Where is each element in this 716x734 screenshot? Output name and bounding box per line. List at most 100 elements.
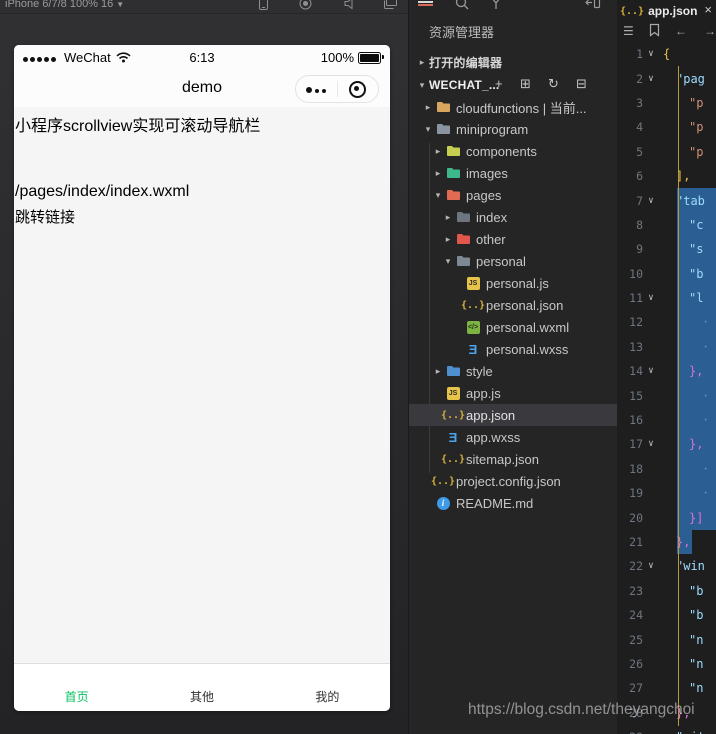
refresh-icon[interactable]: ↻ (548, 76, 559, 92)
exit-button[interactable] (338, 76, 379, 102)
code-line-1[interactable]: 1 ∨ { (617, 42, 716, 66)
chevron-down-icon[interactable]: ▾ (441, 256, 455, 267)
code-area[interactable]: 1 ∨{2 ∨ "pag 3 "p 4 "p 5 "p 6], 7 ∨ "tab 8 "c 9 "s 10 "b 11 ∨… (617, 42, 716, 734)
tree-item-personal.wxss[interactable]: Ǝpersonal.wxss (409, 338, 617, 360)
new-folder-icon[interactable]: ⊞ (520, 76, 531, 92)
workspace-section[interactable]: ▾ WECHAT_... + ⊞ ↻ ⊟ (409, 74, 617, 96)
code-line-16[interactable]: 16 · · · (617, 407, 716, 433)
code-line-12[interactable]: 12 · · · (617, 310, 716, 336)
code-line-13[interactable]: 13 · · · (617, 334, 716, 360)
tree-item-images[interactable]: ▸ images (409, 162, 617, 184)
code-line-4[interactable]: 4 "p (617, 115, 716, 139)
fold-chevron-icon[interactable]: ∨ (643, 196, 659, 206)
tree-item-miniprogram[interactable]: ▾ miniprogram (409, 118, 617, 140)
code-line-19[interactable]: 19 · · · (617, 481, 716, 506)
tools-icon[interactable] (489, 0, 503, 10)
chevron-down-icon[interactable]: ▾ (421, 124, 435, 135)
tree-item-personal.js[interactable]: JS personal.js (409, 272, 617, 294)
dock-icon[interactable] (585, 0, 601, 9)
tabbar-item-3[interactable]: 我的 (265, 664, 390, 711)
code-line-20[interactable]: 20}] (617, 505, 716, 531)
fold-chevron-icon[interactable]: ∨ (643, 74, 659, 84)
tabbar-item-1[interactable]: 首页 (14, 664, 139, 711)
fold-chevron-icon[interactable]: ∨ (643, 293, 659, 303)
code-line-6[interactable]: 6], (617, 164, 716, 188)
open-editors-section[interactable]: ▸ 打开的编辑器 (409, 51, 617, 73)
tree-item-app.js[interactable]: JS app.js (409, 382, 617, 404)
device-icon[interactable] (258, 0, 269, 13)
line-number: 2 (636, 71, 643, 86)
code-line-17[interactable]: 17 ∨}, (617, 432, 716, 458)
code-line-8[interactable]: 8 "c (617, 212, 716, 238)
code-line-3[interactable]: 3 "p (617, 91, 716, 115)
fold-chevron-icon[interactable]: ∨ (643, 561, 659, 571)
chevron-right-icon[interactable]: ▸ (421, 102, 435, 113)
new-file-icon[interactable]: + (495, 76, 503, 92)
code-line-23[interactable]: 23 "b (617, 579, 716, 603)
tree-item-label: miniprogram (456, 121, 529, 137)
code-line-5[interactable]: 5 "p (617, 140, 716, 164)
fold-chevron-icon[interactable]: ∨ (643, 439, 659, 449)
tabbar-item-2[interactable]: 其他 (139, 664, 264, 711)
line-number: 24 (629, 608, 643, 623)
forward-icon[interactable]: → (704, 24, 716, 38)
more-button[interactable] (296, 76, 337, 102)
chevron-right-icon[interactable]: ▸ (431, 168, 445, 179)
tree-item-other[interactable]: ▸ other (409, 228, 617, 250)
chevron-right-icon[interactable]: ▸ (441, 212, 455, 223)
close-icon[interactable]: × (704, 2, 712, 17)
code-line-22[interactable]: 22 ∨ "win (617, 554, 716, 578)
tree-item-cloudfunctions-...[interactable]: ▸ cloudfunctions | 当前... (409, 96, 617, 118)
record-icon[interactable] (299, 0, 312, 13)
wifi-icon (116, 52, 131, 63)
collapse-all-icon[interactable]: ⊟ (576, 76, 587, 92)
chevron-right-icon[interactable]: ▸ (431, 366, 445, 377)
file-list-icon[interactable] (418, 0, 433, 9)
code-line-26[interactable]: 26 "n (617, 652, 716, 676)
code-line-18[interactable]: 18 · · · (617, 456, 716, 482)
tree-item-readme.md[interactable]: i README.md (409, 492, 617, 514)
code-line-7[interactable]: 7 ∨ "tab (617, 188, 716, 214)
mute-icon[interactable] (343, 0, 356, 13)
fold-chevron-icon[interactable]: ∨ (643, 49, 659, 59)
tree-item-project.config.json[interactable]: {..} project.config.json (409, 470, 617, 492)
code-line-27[interactable]: 27 "n (617, 676, 716, 700)
code-line-15[interactable]: 15 · · · (617, 383, 716, 409)
battery-percent: 100% (320, 50, 354, 65)
tree-item-index[interactable]: ▸ index (409, 206, 617, 228)
chevron-right-icon[interactable]: ▸ (441, 234, 455, 245)
multi-window-icon[interactable] (383, 0, 397, 13)
tree-item-style[interactable]: ▸ style (409, 360, 617, 382)
tree-item-personal.json[interactable]: {..} personal.json (409, 294, 617, 316)
code-line-29[interactable]: 29 "sit (617, 725, 716, 734)
tree-item-app.json[interactable]: {..} app.json (409, 404, 617, 426)
tree-item-sitemap.json[interactable]: {..} sitemap.json (409, 448, 617, 470)
code-line-9[interactable]: 9 "s (617, 237, 716, 262)
fold-chevron-icon[interactable]: ∨ (643, 366, 659, 376)
tree-item-label: personal.wxss (486, 341, 569, 357)
chevron-right-icon[interactable]: ▸ (431, 146, 445, 157)
tree-item-personal.wxml[interactable]: </> personal.wxml (409, 316, 617, 338)
bookmark-icon[interactable] (649, 23, 660, 40)
code-line-25[interactable]: 25 "n (617, 627, 716, 651)
chevron-down-icon[interactable]: ▾ (431, 190, 445, 201)
code-line-10[interactable]: 10 "b (617, 261, 716, 287)
tree-item-personal[interactable]: ▾ personal (409, 250, 617, 272)
tree-item-pages[interactable]: ▾ pages (409, 184, 617, 206)
search-icon[interactable] (455, 0, 469, 10)
code-line-24[interactable]: 24 "b (617, 603, 716, 627)
device-selector[interactable]: iPhone 6/7/8 100% 16 ▼ (5, 0, 124, 10)
code-line-21[interactable]: 21}, (617, 529, 716, 555)
tree-item-components[interactable]: ▸ components (409, 140, 617, 162)
code-line-2[interactable]: 2 ∨ "pag (617, 66, 716, 90)
jump-link[interactable]: 跳转链接 (15, 206, 75, 227)
workspace-label: WECHAT_... (429, 78, 500, 92)
tree-item-label: images (466, 165, 508, 181)
outline-icon[interactable]: ☰ (623, 24, 634, 38)
back-icon[interactable]: ← (675, 24, 687, 38)
code-line-14[interactable]: 14 ∨}, (617, 359, 716, 384)
code-line-11[interactable]: 11 ∨ "l (617, 285, 716, 311)
editor-tab-appjson[interactable]: {..} app.json × (617, 0, 716, 23)
tree-item-app.wxss[interactable]: Ǝapp.wxss (409, 426, 617, 448)
tree-item-label: index (476, 209, 508, 225)
